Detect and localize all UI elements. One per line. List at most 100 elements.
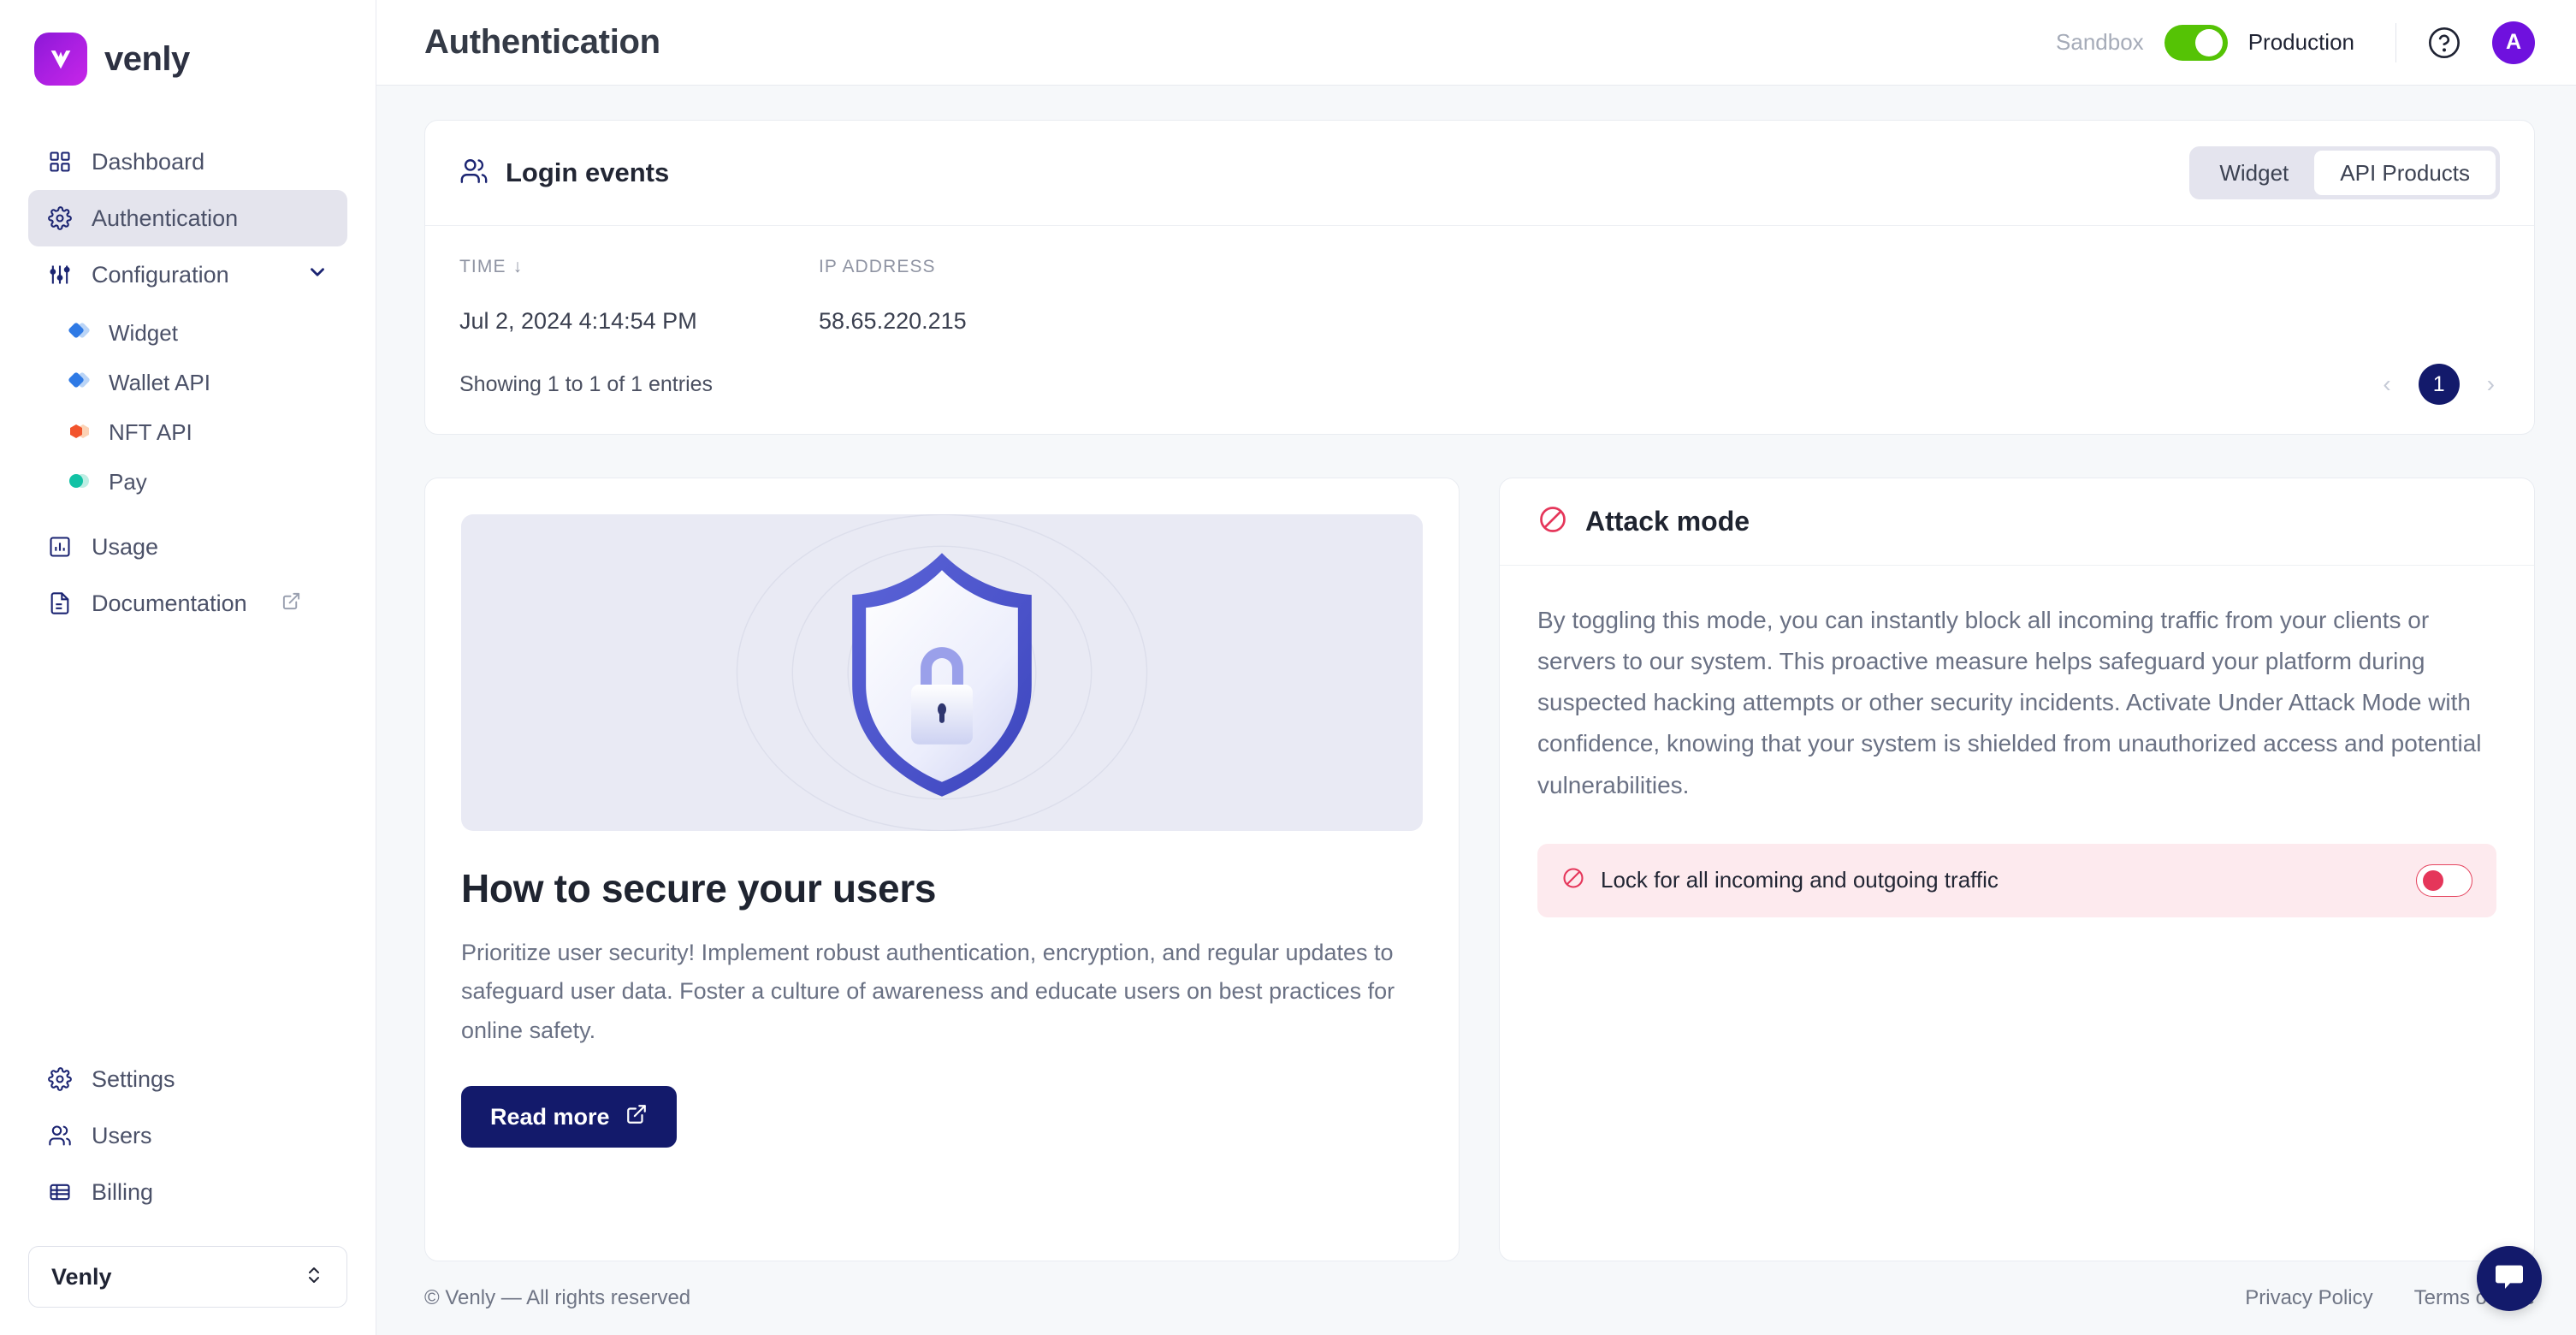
top-bar-divider: [2395, 22, 2396, 62]
sidebar-item-label: Configuration: [92, 261, 229, 288]
nft-api-product-icon: [68, 420, 92, 444]
prohibition-icon: [1561, 866, 1585, 894]
external-link-icon: [281, 590, 301, 617]
entries-count: Showing 1 to 1 of 1 entries: [459, 371, 714, 396]
login-events-header: Login events Widget API Products: [425, 121, 2534, 226]
sidebar-item-users[interactable]: Users: [28, 1107, 347, 1164]
login-events-footer: Showing 1 to 1 of 1 entries ‹ 1 ›: [425, 364, 2534, 434]
chat-bubble-icon: [2492, 1260, 2526, 1298]
sidebar-item-label: Usage: [92, 533, 159, 560]
bar-chart-icon: [47, 534, 73, 560]
sidebar-item-label: Settings: [92, 1065, 175, 1092]
sidebar-item-label: Dashboard: [92, 148, 205, 175]
sidebar-item-label: Billing: [92, 1178, 154, 1205]
sidebar-item-settings[interactable]: Settings: [28, 1051, 347, 1107]
footer-link-privacy-policy[interactable]: Privacy Policy: [2245, 1286, 2372, 1310]
lock-traffic-row: Lock for all incoming and outgoing traff…: [1537, 843, 2496, 917]
sidebar: venly Dashboard Authentication Configura…: [0, 0, 376, 1335]
subnav-label: Pay: [109, 468, 147, 495]
column-header-time-label: TIME: [459, 257, 506, 276]
brand-logo[interactable]: venly: [0, 0, 376, 86]
sidebar-item-pay[interactable]: Pay: [28, 457, 347, 507]
secure-users-card: How to secure your users Prioritize user…: [424, 478, 1460, 1261]
lock-traffic-toggle[interactable]: [2416, 863, 2472, 897]
pagination-prev[interactable]: ‹: [2378, 371, 2395, 398]
sidebar-item-label: Documentation: [92, 590, 247, 616]
login-events-table: TIME ↓ IP ADDRESS Jul 2, 2024 4:14:54 PM …: [459, 252, 2500, 364]
attack-mode-card: Attack mode By toggling this mode, you c…: [1499, 478, 2535, 1261]
column-header-ip[interactable]: IP ADDRESS: [819, 252, 2500, 308]
chevron-updown-icon: [304, 1265, 324, 1290]
sliders-icon: [47, 262, 73, 288]
prohibition-icon: [1537, 504, 1568, 539]
sort-arrow-icon: ↓: [512, 257, 524, 276]
cards-row: How to secure your users Prioritize user…: [424, 478, 2535, 1261]
table-head: TIME ↓ IP ADDRESS: [459, 252, 2500, 308]
sidebar-item-label: Users: [92, 1122, 152, 1148]
question-circle-icon[interactable]: [2425, 24, 2463, 62]
secure-card-title: How to secure your users: [461, 866, 937, 911]
login-events-title: Login events: [506, 157, 670, 187]
subnav-label: Widget: [109, 319, 178, 346]
pagination: ‹ 1 ›: [2378, 364, 2500, 405]
lock-traffic-toggle-knob: [2423, 869, 2443, 891]
attack-mode-title: Attack mode: [1585, 506, 1750, 537]
copyright-text: © Venly — All rights reserved: [424, 1286, 691, 1309]
grid-icon: [47, 149, 73, 175]
sidebar-item-label: Authentication: [92, 205, 239, 231]
main-area: Authentication Sandbox Production A Logi…: [376, 0, 2576, 1335]
read-more-button[interactable]: Read more: [461, 1086, 677, 1148]
avatar[interactable]: A: [2492, 21, 2535, 64]
attack-mode-body: By toggling this mode, you can instantly…: [1500, 566, 2534, 917]
sidebar-item-wallet-api[interactable]: Wallet API: [28, 358, 347, 407]
shield-lock-illustration: [461, 514, 1423, 831]
sidebar-item-usage[interactable]: Usage: [28, 519, 347, 575]
sidebar-nav: Dashboard Authentication Configuration W…: [0, 134, 376, 632]
wallet-api-product-icon: [68, 371, 92, 395]
billing-icon: [47, 1179, 73, 1205]
subnav-label: Wallet API: [109, 369, 210, 395]
gear-icon: [47, 205, 73, 231]
column-header-time[interactable]: TIME ↓: [459, 252, 819, 308]
subnav-label: NFT API: [109, 418, 192, 445]
login-events-card: Login events Widget API Products TIME ↓: [424, 120, 2535, 435]
sidebar-item-authentication[interactable]: Authentication: [28, 190, 347, 246]
users-icon: [47, 1123, 73, 1148]
table-row: Jul 2, 2024 4:14:54 PM 58.65.220.215: [459, 308, 2500, 364]
venly-logo-icon: [34, 33, 87, 86]
attack-mode-header: Attack mode: [1500, 478, 2534, 566]
top-bar: Authentication Sandbox Production A: [376, 0, 2576, 86]
gear-icon: [47, 1066, 73, 1092]
top-bar-right: Sandbox Production A: [2056, 21, 2535, 64]
content-area: Login events Widget API Products TIME ↓: [376, 86, 2576, 1261]
pagination-next[interactable]: ›: [2482, 371, 2500, 398]
env-label-sandbox: Sandbox: [2056, 29, 2144, 55]
document-icon: [47, 590, 73, 616]
lock-traffic-label: Lock for all incoming and outgoing traff…: [1601, 867, 1999, 893]
cell-ip: 58.65.220.215: [819, 308, 967, 334]
sidebar-item-configuration[interactable]: Configuration: [28, 246, 347, 303]
organization-selector[interactable]: Venly: [28, 1246, 347, 1308]
chevron-down-icon[interactable]: [306, 261, 329, 289]
pagination-page-1[interactable]: 1: [2418, 364, 2460, 405]
segment-widget[interactable]: Widget: [2194, 151, 2314, 195]
env-label-production: Production: [2247, 29, 2354, 55]
page-title: Authentication: [424, 23, 660, 61]
environment-toggle[interactable]: [2164, 24, 2228, 61]
secure-card-body: Prioritize user security! Implement robu…: [461, 940, 1395, 1043]
sidebar-item-nft-api[interactable]: NFT API: [28, 407, 347, 457]
sidebar-item-documentation[interactable]: Documentation: [28, 575, 347, 632]
sidebar-item-dashboard[interactable]: Dashboard: [28, 134, 347, 190]
footer: © Venly — All rights reserved Privacy Po…: [376, 1261, 2576, 1335]
app-root: venly Dashboard Authentication Configura…: [0, 0, 2576, 1335]
sidebar-item-billing[interactable]: Billing: [28, 1164, 347, 1220]
view-segmented-control: Widget API Products: [2189, 146, 2500, 199]
sidebar-item-widget[interactable]: Widget: [28, 308, 347, 358]
chat-support-button[interactable]: [2477, 1246, 2542, 1311]
widget-product-icon: [68, 321, 92, 345]
segment-api-products[interactable]: API Products: [2314, 151, 2496, 195]
pay-product-icon: [68, 470, 92, 494]
table-header-row: TIME ↓ IP ADDRESS: [459, 252, 2500, 308]
configuration-subnav: Widget Wallet API NFT API Pay: [0, 308, 376, 507]
